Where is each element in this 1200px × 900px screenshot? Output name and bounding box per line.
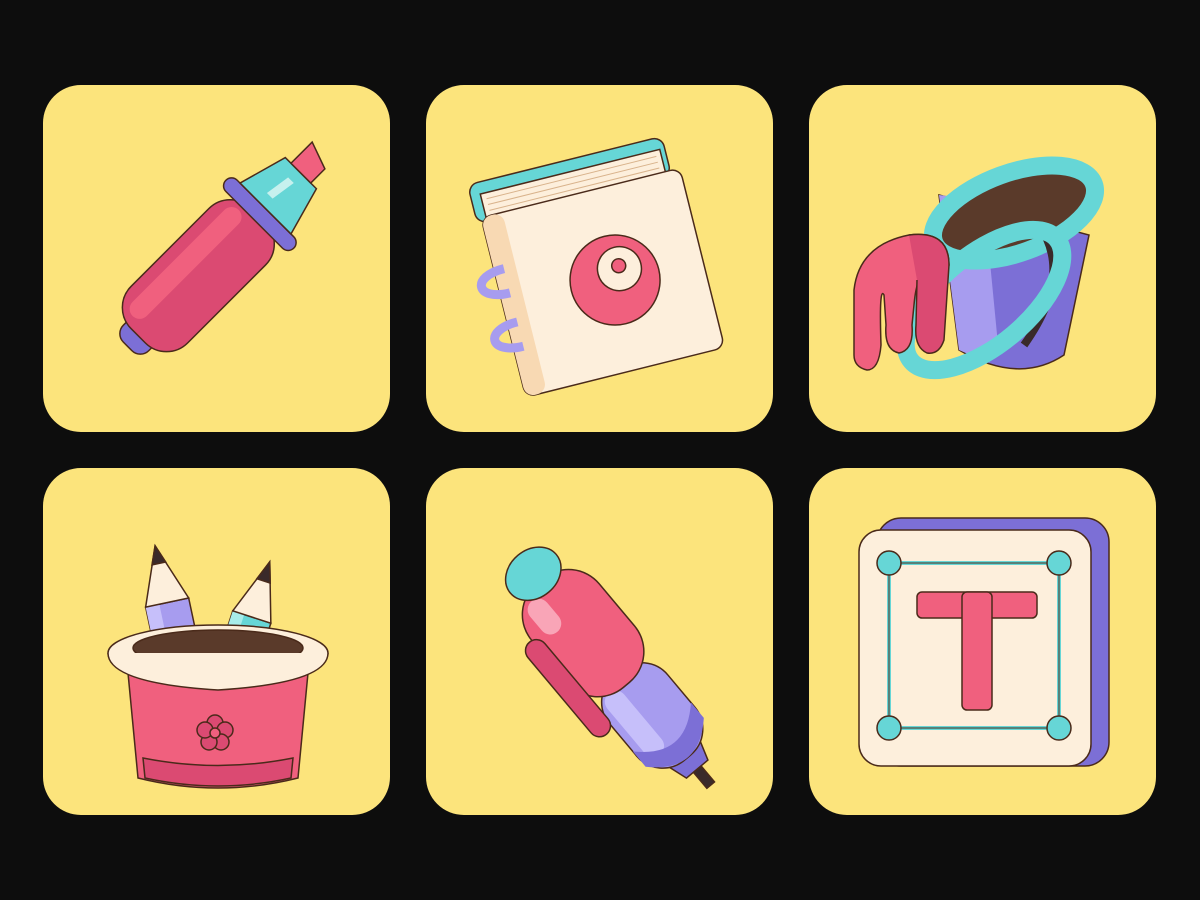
pen-icon: [504, 546, 716, 790]
pencil-cup-icon: [107, 543, 329, 789]
tile-paint-bucket[interactable]: [809, 85, 1156, 432]
highlighter-icon: [119, 140, 326, 355]
paint-bucket-icon: [853, 156, 1105, 380]
tile-highlighter[interactable]: [43, 85, 390, 432]
icon-grid: [0, 0, 1200, 900]
text-tool-icon: [858, 517, 1110, 767]
tile-text-tool[interactable]: [809, 468, 1156, 815]
tile-notebook[interactable]: [426, 85, 773, 432]
tile-pencil-cup[interactable]: [43, 468, 390, 815]
notebook-icon: [469, 137, 724, 396]
tile-pen[interactable]: [426, 468, 773, 815]
